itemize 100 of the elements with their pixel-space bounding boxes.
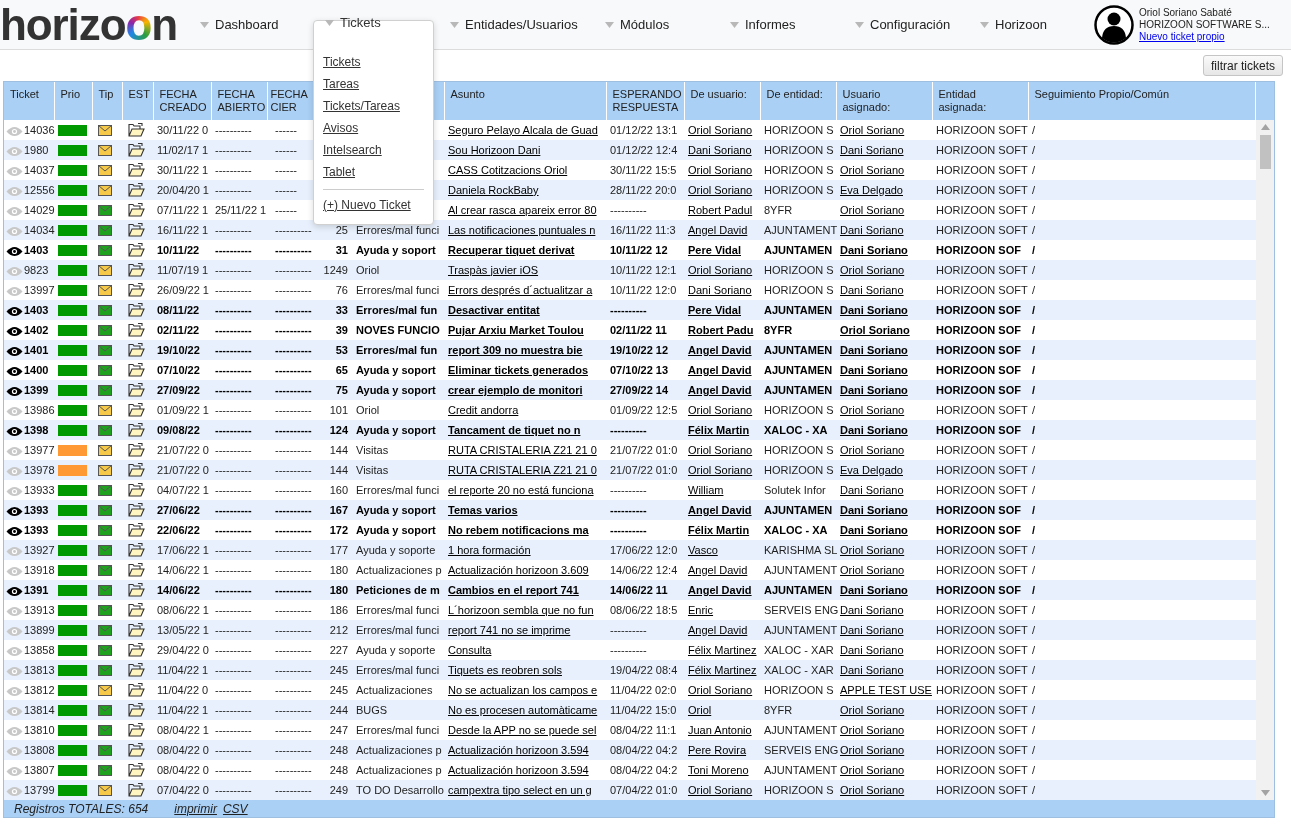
envelope-icon[interactable] xyxy=(98,244,112,256)
user-link[interactable]: Oriol xyxy=(688,703,712,716)
assigned-user-link[interactable]: Dani Soriano xyxy=(840,143,904,156)
subject-link[interactable]: Cambios en el report 741 xyxy=(448,583,579,596)
envelope-icon[interactable] xyxy=(98,304,112,316)
subject-link[interactable]: L´horizoon sembla que no fun xyxy=(448,603,594,616)
envelope-icon[interactable] xyxy=(98,384,112,396)
table-row[interactable]: 1398 09/08/22 ---------- ---------- 124 Ayuda y soport Tancament de tiquet no n ---------- Félix Martin XALOC - XA Dani Soriano HORIZOON SOF / xyxy=(4,420,1256,440)
table-row[interactable]: 13813 11/04/22 1 ---------- ---------- 245 Errores/mal funci Tiquets es reobren sols 19/04/22 08:4 Félix Martinez XALOC - XAR Dani Soriano HORIZOON SOFT / xyxy=(4,660,1256,680)
filter-button[interactable]: filtrar tickets xyxy=(1203,55,1283,76)
table-row[interactable]: 13977 21/07/22 0 ---------- ---------- 144 Visitas RUTA CRISTALERIA Z21 21 0 21/07/22 01:0 Oriol Soriano HORIZOON S Oriol Soriano HORIZOON SOFT / xyxy=(4,440,1256,460)
table-row[interactable]: 13858 29/04/22 0 ---------- ---------- 227 Ayuda y soporte Consulta ---------- Félix Martinez XALOC - XAR Dani Soriano HORIZOON SOFT / xyxy=(4,640,1256,660)
eye-icon[interactable] xyxy=(6,585,23,597)
column-header[interactable]: Usuario asignado: xyxy=(842,88,926,114)
assigned-user-link[interactable]: Oriol Soriano xyxy=(840,703,905,716)
logo[interactable]: horizoon xyxy=(0,0,188,51)
assigned-user-link[interactable]: Dani Soriano xyxy=(840,363,908,376)
footer-link[interactable]: CSV xyxy=(222,799,248,818)
subject-link[interactable]: Recuperar tiquet derivat xyxy=(448,243,575,256)
user-link[interactable]: Juan Antonio xyxy=(688,723,752,736)
folder-icon[interactable] xyxy=(128,783,145,797)
menu-item[interactable]: Intelsearch xyxy=(323,139,424,161)
folder-icon[interactable] xyxy=(128,523,145,537)
user-link[interactable]: Enric xyxy=(688,603,714,616)
table-row[interactable]: 13933 04/07/22 1 ---------- ---------- 160 Errores/mal funci el reporte 20 no está funciona ---------- William Solutek Infor Dani Soriano HORIZOON SOFT / xyxy=(4,480,1256,500)
eye-icon[interactable] xyxy=(6,325,23,337)
user-link[interactable]: Oriol Soriano xyxy=(688,443,753,456)
envelope-icon[interactable] xyxy=(98,784,112,796)
subject-link[interactable]: Actualización horizoon 3.594 xyxy=(448,743,589,756)
subject-link[interactable]: 1 hora formación xyxy=(448,543,531,556)
assigned-user-link[interactable]: Dani Soriano xyxy=(840,503,908,516)
folder-icon[interactable] xyxy=(128,323,145,337)
subject-link[interactable]: No rebem notificacions ma xyxy=(448,523,589,536)
user-link[interactable]: Angel David xyxy=(688,563,748,576)
nav-item[interactable]: Dashboard xyxy=(188,14,279,35)
subject-link[interactable]: campextra tipo select en un g xyxy=(448,783,592,796)
eye-icon[interactable] xyxy=(6,245,23,257)
avatar-icon[interactable] xyxy=(1094,4,1134,45)
table-row[interactable]: 1401 19/10/22 ---------- ---------- 53 Errores/mal fun report 309 no muestra bie 19/10/22 12 Angel David AJUNTAMEN Dani Soriano HORIZOON SOF / xyxy=(4,340,1256,360)
eye-icon[interactable] xyxy=(6,305,23,317)
user-link[interactable]: Oriol Soriano xyxy=(688,263,753,276)
subject-link[interactable]: Tiquets es reobren sols xyxy=(448,663,562,676)
eye-icon[interactable] xyxy=(6,365,23,377)
table-row[interactable]: 13978 21/07/22 0 ---------- ---------- 144 Visitas RUTA CRISTALERIA Z21 21 0 21/07/22 01:0 Oriol Soriano HORIZOON S Eva Delgado HORIZOON SOFT / xyxy=(4,460,1256,480)
subject-link[interactable]: Consulta xyxy=(448,643,492,656)
envelope-icon[interactable] xyxy=(98,504,112,516)
assigned-user-link[interactable]: Dani Soriano xyxy=(840,423,908,436)
menu-item[interactable]: Tickets xyxy=(323,51,424,73)
subject-link[interactable]: report 741 no se imprime xyxy=(448,623,571,636)
column-header[interactable]: De usuario: xyxy=(690,88,754,101)
assigned-user-link[interactable]: Oriol Soriano xyxy=(840,783,905,796)
column-header[interactable]: FECHA CIER xyxy=(270,88,316,114)
envelope-icon[interactable] xyxy=(98,544,112,556)
assigned-user-link[interactable]: Oriol Soriano xyxy=(840,763,905,776)
assigned-user-link[interactable]: Oriol Soriano xyxy=(840,323,910,336)
subject-link[interactable]: Eliminar tickets generados xyxy=(448,363,588,376)
folder-icon[interactable] xyxy=(128,383,145,397)
subject-link[interactable]: crear ejemplo de monitori xyxy=(448,383,583,396)
table-row[interactable]: 13986 01/09/22 1 ---------- ---------- 101 Oriol Credit andorra 01/09/22 12:5 Oriol Soriano HORIZOON S Oriol Soriano HORIZOON SOFT / xyxy=(4,400,1256,420)
envelope-icon[interactable] xyxy=(98,364,112,376)
envelope-icon[interactable] xyxy=(98,744,112,756)
folder-icon[interactable] xyxy=(128,603,145,617)
subject-link[interactable]: No se actualizan los campos e xyxy=(448,683,598,696)
folder-icon[interactable] xyxy=(128,183,145,197)
folder-icon[interactable] xyxy=(128,683,145,697)
table-row[interactable]: 9823 11/07/19 1 ---------- ---------- 1249 Oriol Traspàs javier iOS 10/11/22 12:1 Oriol Soriano HORIZOON S Oriol Soriano HORIZOON SOFT / xyxy=(4,260,1256,280)
folder-icon[interactable] xyxy=(128,463,145,477)
envelope-icon[interactable] xyxy=(98,164,112,176)
envelope-icon[interactable] xyxy=(98,344,112,356)
subject-link[interactable]: CASS Cotitzacions Oriol xyxy=(448,163,568,176)
folder-icon[interactable] xyxy=(128,503,145,517)
subject-link[interactable]: Desde la APP no se puede sel xyxy=(448,723,597,736)
envelope-icon[interactable] xyxy=(98,564,112,576)
envelope-icon[interactable] xyxy=(98,444,112,456)
subject-link[interactable]: Sou Horizoon Dani xyxy=(448,143,541,156)
subject-link[interactable]: No es procesen automàticame xyxy=(448,703,598,716)
menu-item[interactable]: Tablet xyxy=(323,161,424,183)
envelope-icon[interactable] xyxy=(98,524,112,536)
table-row[interactable]: 1402 02/11/22 ---------- ---------- 39 NOVES FUNCIO Pujar Arxiu Market Toulou 02/11/22 11 Robert Padu 8YFR Oriol Soriano HORIZOON SOF / xyxy=(4,320,1256,340)
nav-item[interactable]: Módulos xyxy=(593,14,670,35)
envelope-icon[interactable] xyxy=(98,704,112,716)
envelope-icon[interactable] xyxy=(98,664,112,676)
user-link[interactable]: Angel David xyxy=(688,383,752,396)
envelope-icon[interactable] xyxy=(98,124,112,136)
folder-icon[interactable] xyxy=(128,623,145,637)
assigned-user-link[interactable]: Eva Delgado xyxy=(840,463,903,476)
assigned-user-link[interactable]: APPLE TEST USE xyxy=(840,683,932,696)
folder-icon[interactable] xyxy=(128,763,145,777)
folder-icon[interactable] xyxy=(128,563,145,577)
column-header[interactable]: Prio xyxy=(60,88,86,101)
envelope-icon[interactable] xyxy=(98,624,112,636)
eye-icon[interactable] xyxy=(6,525,23,537)
user-link[interactable]: Oriol Soriano xyxy=(688,463,753,476)
envelope-icon[interactable] xyxy=(98,644,112,656)
folder-icon[interactable] xyxy=(128,163,145,177)
envelope-icon[interactable] xyxy=(98,184,112,196)
assigned-user-link[interactable]: Dani Soriano xyxy=(840,583,908,596)
eye-icon[interactable] xyxy=(6,345,23,357)
table-row[interactable]: 1399 27/09/22 ---------- ---------- 75 Ayuda y soport crear ejemplo de monitori 27/09/22 14 Angel David AJUNTAMEN Dani Soriano HORIZOON SOF / xyxy=(4,380,1256,400)
menu-item[interactable]: Avisos xyxy=(323,117,424,139)
